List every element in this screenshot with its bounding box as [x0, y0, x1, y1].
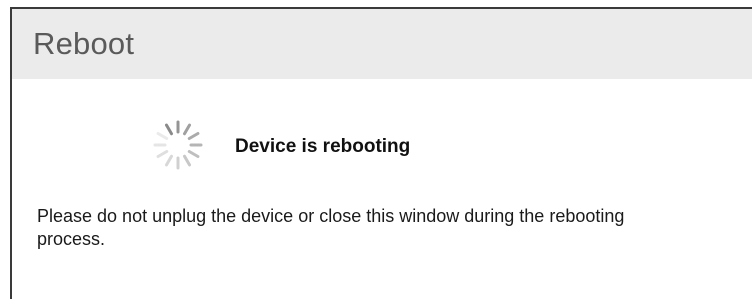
dialog-header: Reboot — [12, 9, 752, 79]
reboot-dialog: Reboot Device is rebooting Please do not… — [10, 7, 752, 299]
spinner-tick — [165, 123, 173, 136]
spinner-tick — [156, 132, 169, 140]
warning-message: Please do not unplug the device or close… — [37, 206, 625, 249]
spinner-tick — [187, 150, 200, 158]
spinner-tick — [165, 154, 173, 167]
loading-spinner-icon — [153, 120, 203, 170]
spinner-tick — [156, 150, 169, 158]
spinner-tick — [187, 132, 200, 140]
spinner-tick — [183, 123, 191, 136]
spinner-tick — [183, 154, 191, 167]
reboot-status: Device is rebooting — [148, 115, 548, 175]
status-text: Device is rebooting — [235, 136, 411, 157]
dialog-title: Reboot — [33, 26, 135, 61]
